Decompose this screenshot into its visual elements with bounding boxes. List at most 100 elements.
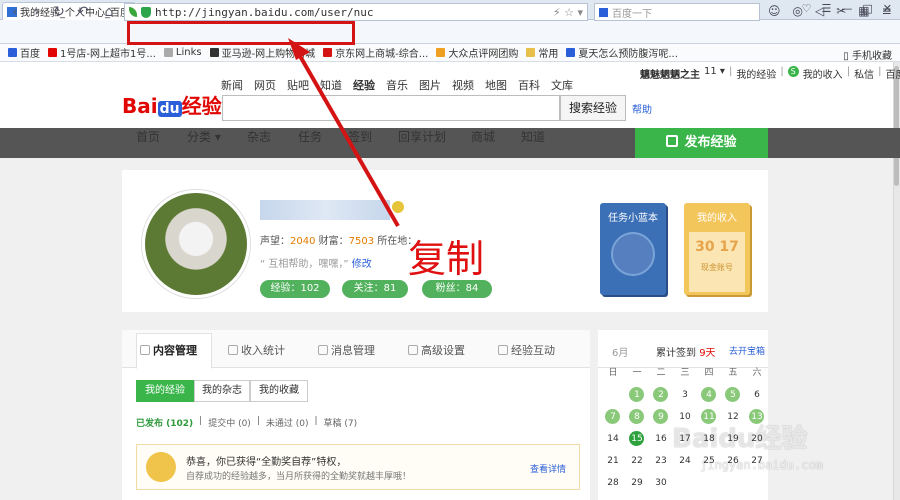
calendar-day[interactable]: 5 [722, 384, 744, 406]
calendar-day[interactable]: 21 [602, 450, 624, 472]
calendar-day[interactable]: 15 [626, 428, 648, 450]
open-treasure-link[interactable]: 去开宝箱 [729, 344, 765, 357]
bookmark-favicon-icon [163, 48, 173, 57]
chat-icon[interactable]: ☺ [768, 4, 781, 18]
search-experience-button[interactable]: 搜索经验 [560, 95, 626, 121]
baidu-home-link[interactable]: 百度首页 [885, 66, 900, 81]
my-income-book[interactable]: 我的收入 30 17 现金账号 [684, 203, 750, 295]
product-nav-item[interactable]: 网页 [254, 77, 276, 93]
view-details-link[interactable]: 查看详情 [530, 462, 566, 475]
product-nav-item-active[interactable]: 经验 [353, 77, 375, 93]
subtab-my-experience[interactable]: 我的经验 [136, 380, 194, 402]
calendar-day[interactable]: 8 [626, 406, 648, 428]
calendar-day[interactable]: 4 [698, 384, 720, 406]
calendar-day[interactable]: 25 [698, 450, 720, 472]
baidu-jingyan-logo[interactable]: Bai du 经验 [122, 90, 222, 119]
calendar-day[interactable]: 10 [674, 406, 696, 428]
tab-income-stats[interactable]: 收入统计 [228, 342, 285, 358]
product-nav-item[interactable]: 视频 [452, 77, 474, 93]
filter-drafts[interactable]: 草稿 (7) [324, 416, 358, 429]
calendar-day[interactable]: 28 [602, 472, 624, 494]
filter-published[interactable]: 已发布 (102) [136, 416, 193, 429]
calendar-day[interactable]: 20 [746, 428, 768, 450]
product-nav-item[interactable]: 文库 [551, 77, 573, 93]
task-blue-book[interactable]: 任务小蓝本 [600, 203, 666, 295]
product-nav-item[interactable]: 图片 [419, 77, 441, 93]
scissors-icon[interactable]: ✂ [836, 4, 846, 18]
avatar[interactable] [142, 190, 250, 298]
product-nav-item[interactable]: 知道 [320, 77, 342, 93]
undo-icon[interactable]: ↶ [74, 3, 92, 21]
address-bar[interactable]: http://jingyan.baidu.com/user/nuc ⚡ ☆ ▾ [124, 3, 588, 21]
calendar-day[interactable]: 11 [698, 406, 720, 428]
calendar-day[interactable]: 2 [650, 384, 672, 406]
calendar-day[interactable]: 26 [722, 450, 744, 472]
calendar-day[interactable]: 30 [650, 472, 672, 494]
tab-content-manage[interactable]: 内容管理 [140, 342, 197, 358]
calendar-day[interactable]: 22 [626, 450, 648, 472]
bookmark-star-icon[interactable]: ⚡ ☆ ▾ [553, 6, 587, 19]
calendar-day[interactable]: 13 [746, 406, 768, 428]
product-nav-item[interactable]: 贴吧 [287, 77, 309, 93]
calendar-day[interactable]: 19 [722, 428, 744, 450]
experience-count-pill[interactable]: 经验：102 [260, 280, 330, 298]
bookmark-item[interactable]: 京东网上商城-综合... [323, 45, 428, 60]
user-level[interactable]: 11 ▾ [704, 66, 725, 81]
search-engine-icon[interactable] [599, 7, 608, 17]
calendar-day[interactable]: 12 [722, 406, 744, 428]
forward-arrow-icon[interactable]: › [28, 3, 46, 21]
subtab-my-favorites[interactable]: 我的收藏 [250, 380, 308, 402]
calendar-day[interactable]: 17 [674, 428, 696, 450]
product-nav-item[interactable]: 地图 [485, 77, 507, 93]
speaker-icon[interactable]: ◁ [815, 4, 824, 18]
browser-search-box[interactable]: 百度一下 [594, 3, 760, 21]
bookmark-item[interactable]: 百度 [8, 45, 40, 60]
product-nav-item[interactable]: 新闻 [221, 77, 243, 93]
calendar-weekday: 三 [680, 368, 690, 378]
bookmark-folder[interactable]: 常用 [526, 45, 558, 60]
calendar-day[interactable]: 16 [650, 428, 672, 450]
calendar-day[interactable]: 7 [602, 406, 624, 428]
my-experience-link[interactable]: 我的经验 [736, 66, 776, 81]
calendar-day[interactable]: 23 [650, 450, 672, 472]
mobile-favorites[interactable]: ▯ 手机收藏 [843, 47, 892, 62]
product-nav-item[interactable]: 音乐 [386, 77, 408, 93]
tab-message-manage[interactable]: 消息管理 [318, 342, 375, 358]
filter-rejected[interactable]: 未通过 (0) [266, 416, 309, 429]
bookmark-item[interactable]: Links [163, 47, 202, 58]
home-icon[interactable]: ⌂ [100, 3, 118, 21]
product-nav-item[interactable]: 百科 [518, 77, 540, 93]
calendar-day[interactable]: 6 [746, 384, 768, 406]
grid-icon[interactable]: ▦ [858, 4, 869, 18]
bookmark-item[interactable]: 1号店-网上超市1号... [48, 45, 156, 60]
calendar-day[interactable]: 1 [626, 384, 648, 406]
calendar-day[interactable]: 14 [602, 428, 624, 450]
tab-experience-interact[interactable]: 经验互动 [498, 342, 555, 358]
back-arrow-icon[interactable]: ‹ [6, 3, 24, 21]
gamepad-icon[interactable]: ◎ [793, 4, 803, 18]
calendar-day[interactable]: 27 [746, 450, 768, 472]
bookmark-item[interactable]: 亚马逊-网上购物商城 [209, 45, 315, 60]
bookmark-item[interactable]: 大众点评网团购 [436, 45, 518, 60]
calendar-day[interactable]: 18 [698, 428, 720, 450]
calendar-day[interactable]: 29 [626, 472, 648, 494]
scrollbar-thumb[interactable] [894, 66, 899, 186]
menu-icon[interactable]: ≡ [882, 4, 892, 18]
edit-motto-link[interactable]: 修改 [352, 259, 372, 270]
calendar-day[interactable]: 24 [674, 450, 696, 472]
bookmark-item[interactable]: 夏天怎么预防腹泻呢... [566, 45, 678, 60]
subtab-my-magazine[interactable]: 我的杂志 [194, 380, 250, 402]
filter-submitting[interactable]: 提交中 (0) [208, 416, 251, 429]
help-link[interactable]: 帮助 [632, 101, 652, 116]
calendar-day[interactable]: 9 [650, 406, 672, 428]
my-income-link[interactable]: 我的收入 [803, 66, 843, 81]
message-link[interactable]: 私信 [854, 66, 874, 81]
calendar-day[interactable]: 3 [674, 384, 696, 406]
refresh-icon[interactable]: ↻ [50, 3, 68, 21]
following-count-pill[interactable]: 关注：81 [342, 280, 408, 298]
publish-experience-button[interactable]: 发布经验 [635, 128, 768, 158]
username[interactable]: 魑魅魍魉之主 [640, 66, 700, 81]
site-search-input[interactable] [222, 95, 560, 121]
url-text[interactable]: http://jingyan.baidu.com/user/nuc [155, 6, 374, 19]
tab-advanced-settings[interactable]: 高级设置 [408, 342, 465, 358]
